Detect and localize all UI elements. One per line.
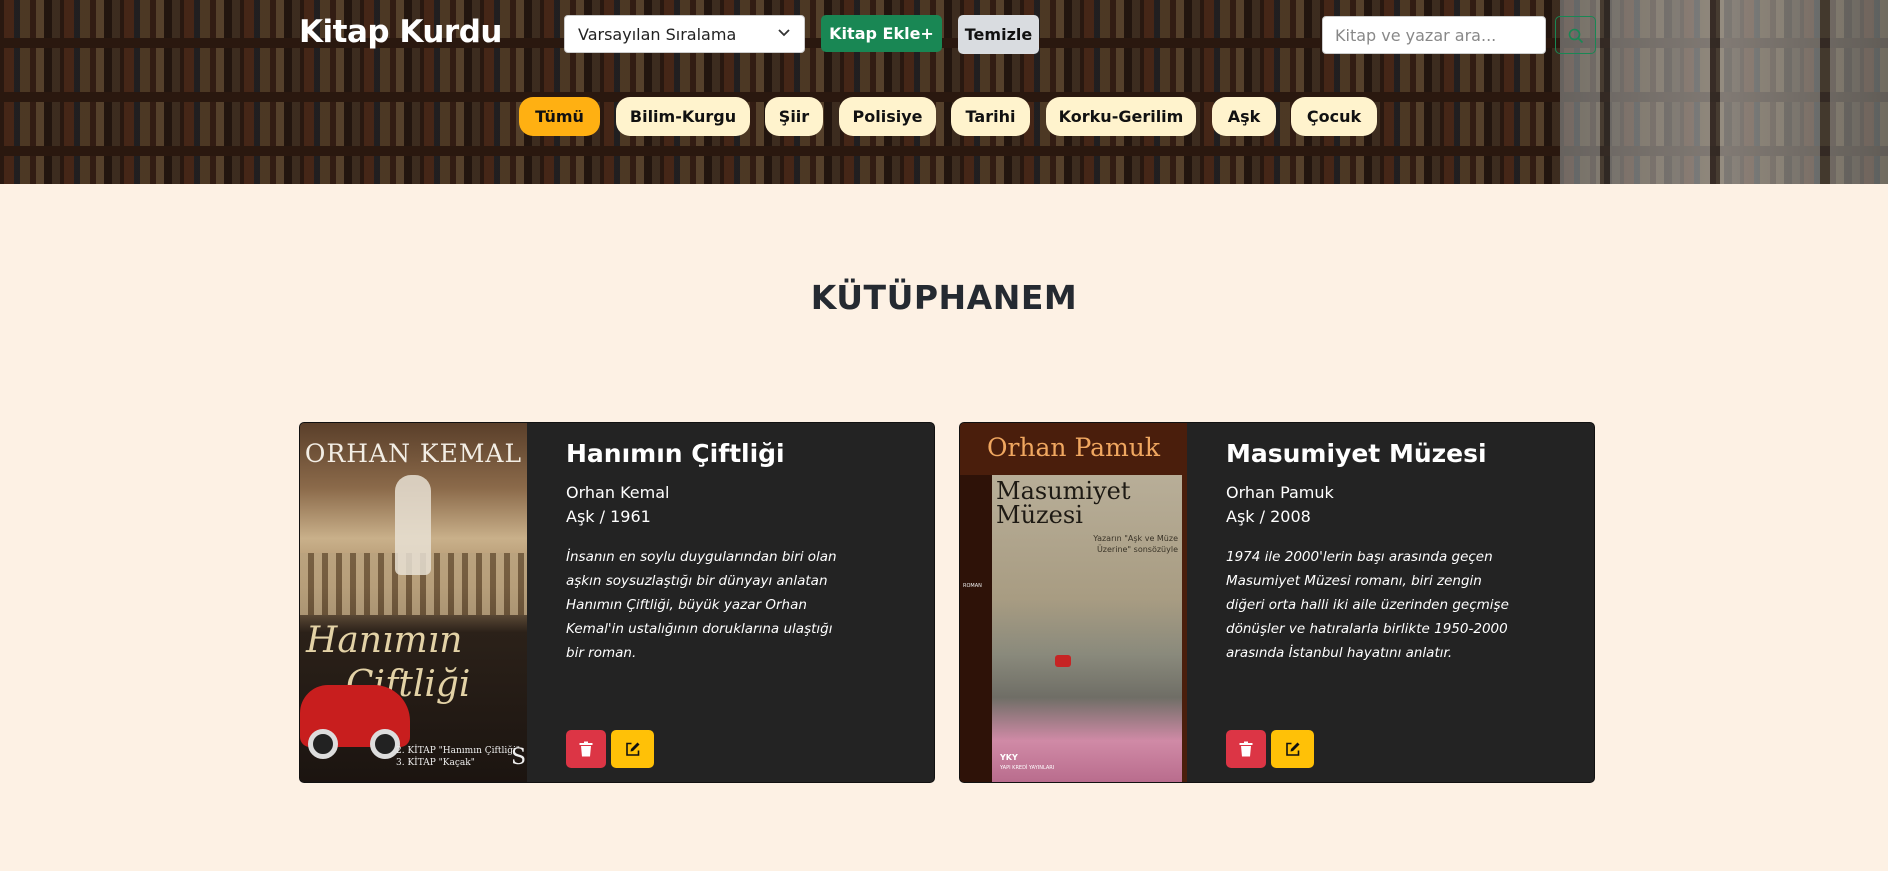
cover-wheel-art	[308, 729, 338, 759]
book-author: Orhan Kemal	[566, 483, 670, 502]
edit-icon	[1285, 742, 1299, 756]
cover-author-text: Orhan Pamuk	[986, 433, 1161, 462]
book-cover-image: Orhan Pamuk ROMAN Masumiyet Müzesi Yazar…	[960, 423, 1187, 782]
category-chip-tumu[interactable]: Tümü	[519, 97, 600, 136]
add-book-button[interactable]: Kitap Ekle+	[821, 15, 942, 52]
hero-header: Kitap Kurdu Varsayılan Sıralama Kitap Ek…	[0, 0, 1888, 184]
edit-book-button[interactable]	[1271, 730, 1314, 768]
category-chip-tarihi[interactable]: Tarihi	[951, 97, 1030, 136]
book-meta: Aşk / 2008	[1226, 507, 1311, 526]
cover-publisher-name: YAPI KREDİ YAYINLARI	[1000, 765, 1055, 771]
book-cover-image: ORHAN KEMAL Hanımın Çiftliği 2. KİTAP "H…	[300, 423, 527, 782]
cover-spine: ROMAN	[960, 475, 992, 782]
search-input[interactable]: Kitap ve yazar ara...	[1322, 16, 1546, 54]
book-description: İnsanın en soylu duygularından biri olan…	[566, 549, 837, 661]
book-description: 1974 ile 2000'lerin başı arasında geçen …	[1226, 549, 1509, 661]
delete-book-button[interactable]	[566, 730, 606, 768]
category-chip-cocuk[interactable]: Çocuk	[1291, 97, 1377, 136]
book-author: Orhan Pamuk	[1226, 483, 1334, 502]
book-year: 2008	[1270, 507, 1311, 526]
cover-series-text: 2. KİTAP "Hanımın Çiftliği" 3. KİTAP "Ka…	[396, 746, 521, 768]
trash-icon	[579, 741, 593, 757]
window-decoration	[1560, 0, 1888, 184]
cover-publisher-logo: YKY	[1000, 753, 1018, 762]
edit-icon	[625, 742, 639, 756]
category-chip-siir[interactable]: Şiir	[765, 97, 823, 136]
book-meta: Aşk / 1961	[566, 507, 651, 526]
cover-publisher-mark: S	[511, 745, 527, 770]
book-category: Aşk	[1226, 507, 1255, 526]
search-icon	[1568, 28, 1584, 44]
search-placeholder: Kitap ve yazar ara...	[1335, 26, 1497, 45]
sort-select-value: Varsayılan Sıralama	[578, 25, 737, 44]
trash-icon	[1239, 741, 1253, 757]
category-chip-polisiye[interactable]: Polisiye	[839, 97, 936, 136]
cover-couple-art	[395, 475, 431, 575]
book-card: ORHAN KEMAL Hanımın Çiftliği 2. KİTAP "H…	[299, 422, 935, 783]
search-button[interactable]	[1555, 16, 1596, 54]
chevron-down-icon	[778, 25, 790, 41]
clear-button[interactable]: Temizle	[958, 15, 1039, 54]
category-chip-korku-gerilim[interactable]: Korku-Gerilim	[1046, 97, 1196, 136]
delete-book-button[interactable]	[1226, 730, 1266, 768]
edit-book-button[interactable]	[611, 730, 654, 768]
cover-author-text: ORHAN KEMAL	[304, 439, 523, 468]
brand-logo[interactable]: Kitap Kurdu	[299, 14, 502, 50]
book-year: 1961	[610, 507, 651, 526]
sort-select[interactable]: Varsayılan Sıralama	[564, 15, 805, 53]
cover-car-art	[1055, 655, 1071, 667]
book-title: Masumiyet Müzesi	[1226, 439, 1487, 468]
category-chip-bilim-kurgu[interactable]: Bilim-Kurgu	[616, 97, 750, 136]
category-chip-ask[interactable]: Aşk	[1212, 97, 1276, 136]
book-category: Aşk	[566, 507, 595, 526]
book-title: Hanımın Çiftliği	[566, 439, 785, 468]
cover-title-text: Masumiyet Müzesi	[996, 477, 1131, 529]
page-title: KÜTÜPHANEM	[810, 278, 1078, 317]
cover-subtitle-text: Yazarın "Aşk ve Müze Üzerine" sonsözüyle	[1093, 534, 1178, 554]
book-card: Orhan Pamuk ROMAN Masumiyet Müzesi Yazar…	[959, 422, 1595, 783]
